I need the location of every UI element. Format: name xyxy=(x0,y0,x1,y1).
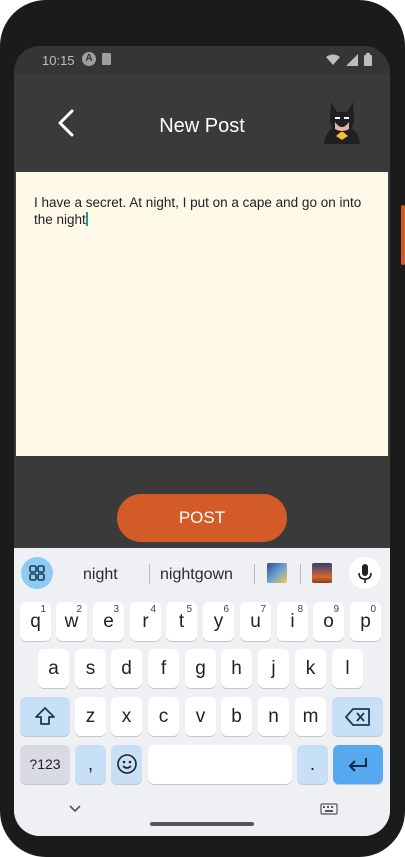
key-p[interactable]: p0 xyxy=(350,602,381,641)
key-hint: 3 xyxy=(113,604,119,615)
key-hint: 2 xyxy=(76,604,82,615)
suggestion-strip: night nightgown xyxy=(14,548,390,594)
night-city-emoji-icon[interactable] xyxy=(267,563,287,583)
accessibility-a-icon: A xyxy=(82,52,96,66)
chevron-down-icon[interactable] xyxy=(68,804,82,814)
key-label: t xyxy=(178,611,185,632)
status-time: 10:15 xyxy=(42,53,75,68)
power-button xyxy=(401,205,405,265)
key-u[interactable]: u7 xyxy=(240,602,271,641)
shift-key[interactable] xyxy=(20,697,70,736)
key-hint: 4 xyxy=(150,604,156,615)
enter-key[interactable] xyxy=(333,745,383,784)
smiley-icon xyxy=(116,754,137,774)
symbols-key[interactable]: ?123 xyxy=(20,745,70,784)
apps-grid-icon xyxy=(29,565,45,581)
post-button[interactable]: POST xyxy=(117,494,287,542)
post-text: I have a secret. At night, I put on a ca… xyxy=(34,195,362,227)
navigation-bar xyxy=(14,798,390,836)
app-bar: New Post xyxy=(14,74,390,172)
key-k[interactable]: k xyxy=(295,649,326,688)
key-j[interactable]: j xyxy=(258,649,289,688)
key-s[interactable]: s xyxy=(75,649,106,688)
key-label: e xyxy=(103,611,114,632)
comma-key[interactable]: , xyxy=(75,745,106,784)
key-e[interactable]: e3 xyxy=(93,602,124,641)
key-m[interactable]: m xyxy=(295,697,326,736)
key-d[interactable]: d xyxy=(111,649,142,688)
key-label: p xyxy=(360,611,371,632)
key-n[interactable]: n xyxy=(258,697,289,736)
key-q[interactable]: q1 xyxy=(20,602,51,641)
voice-input-button[interactable] xyxy=(349,557,381,589)
suggestion-divider xyxy=(149,564,150,584)
shift-icon xyxy=(35,707,55,725)
sd-card-icon xyxy=(102,53,111,65)
backspace-key[interactable] xyxy=(332,697,383,736)
status-left-icons: A xyxy=(82,52,111,66)
home-gesture-pill[interactable] xyxy=(150,822,254,826)
key-v[interactable]: v xyxy=(185,697,216,736)
key-label: u xyxy=(250,611,261,632)
key-z[interactable]: z xyxy=(75,697,106,736)
key-r[interactable]: r4 xyxy=(130,602,161,641)
key-b[interactable]: b xyxy=(221,697,252,736)
key-l[interactable]: l xyxy=(332,649,363,688)
period-key[interactable]: . xyxy=(297,745,328,784)
on-screen-keyboard: night nightgown q1 w2 e3 r4 t 5 y 6 u 7 … xyxy=(14,548,390,836)
microphone-icon xyxy=(358,564,372,583)
key-c[interactable]: c xyxy=(148,697,179,736)
space-bar[interactable] xyxy=(148,745,292,784)
key-hint: 1 xyxy=(40,604,46,615)
key-x[interactable]: x xyxy=(111,697,142,736)
backspace-icon xyxy=(344,708,370,726)
post-text-area[interactable]: I have a secret. At night, I put on a ca… xyxy=(16,172,388,456)
key-label: y xyxy=(213,611,224,632)
key-hint: 6 xyxy=(223,604,229,615)
key-y[interactable]: y6 xyxy=(203,602,234,641)
key-hint: 5 xyxy=(186,604,192,615)
key-label: r xyxy=(142,611,149,632)
signal-icon xyxy=(346,53,358,66)
screen: 10:15 A New Post I have a secret. At nig… xyxy=(14,46,390,836)
key-h[interactable]: h xyxy=(221,649,252,688)
key-w[interactable]: w2 xyxy=(56,602,87,641)
suggestion-divider xyxy=(254,564,255,584)
key-i[interactable]: i8 xyxy=(277,602,308,641)
key-hint: 7 xyxy=(260,604,266,615)
key-o[interactable]: o9 xyxy=(313,602,344,641)
key-a[interactable]: a xyxy=(38,649,69,688)
phone-frame: 10:15 A New Post I have a secret. At nig… xyxy=(0,0,405,857)
key-hint: 8 xyxy=(297,604,303,615)
key-label: i xyxy=(290,611,295,632)
key-hint: 0 xyxy=(370,604,376,615)
status-bar: 10:15 A xyxy=(14,46,390,74)
battery-icon xyxy=(364,53,372,66)
key-hint: 9 xyxy=(333,604,339,615)
key-f[interactable]: f xyxy=(148,649,179,688)
key-t[interactable]: t5 xyxy=(166,602,197,641)
key-label: q xyxy=(30,611,41,632)
enter-arrow-icon xyxy=(349,758,367,772)
post-text-content[interactable]: I have a secret. At night, I put on a ca… xyxy=(34,194,374,228)
key-g[interactable]: g xyxy=(185,649,216,688)
text-cursor xyxy=(85,212,88,226)
suggestion-nightgown[interactable]: nightgown xyxy=(160,566,233,584)
emoji-key[interactable] xyxy=(111,745,142,784)
batman-avatar-icon[interactable] xyxy=(320,100,364,146)
suggestion-night[interactable]: night xyxy=(83,566,118,584)
key-label: o xyxy=(323,611,334,632)
bridge-at-night-emoji-icon[interactable] xyxy=(312,563,332,583)
suggestion-divider xyxy=(300,564,301,584)
status-right-icons xyxy=(326,53,372,66)
keyboard-switch-icon[interactable] xyxy=(320,803,338,815)
keyboard-menu-button[interactable] xyxy=(21,557,53,589)
wifi-icon xyxy=(326,54,340,65)
